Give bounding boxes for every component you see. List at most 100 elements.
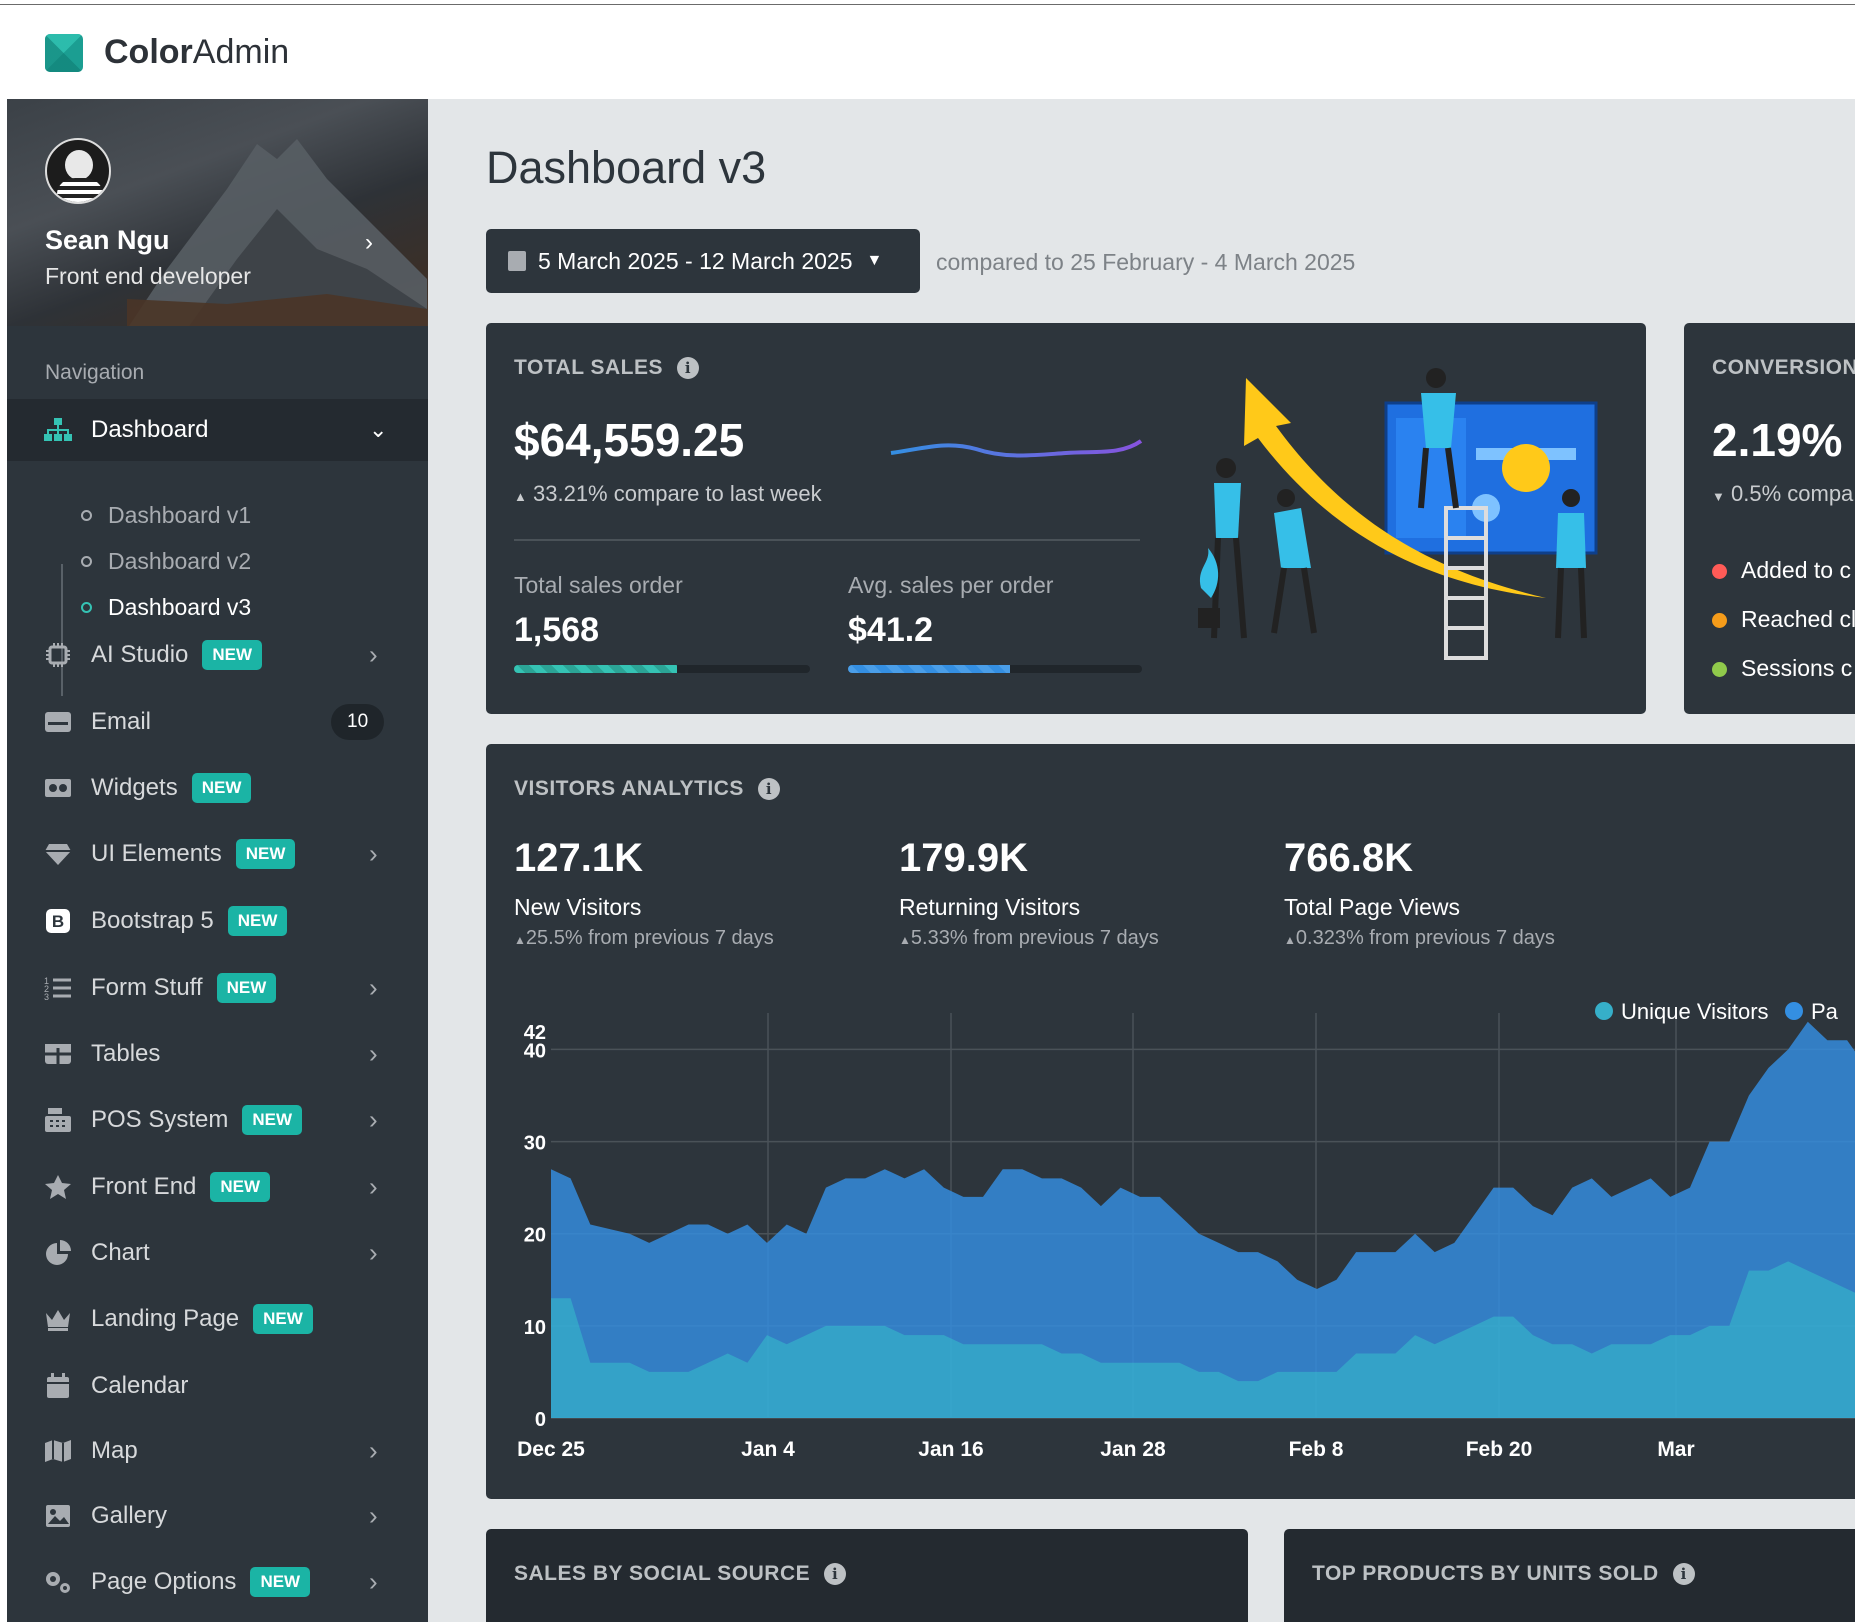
submenu-item-dashboard-v3[interactable]: Dashboard v3 <box>81 589 251 625</box>
sidebar-item-label: Widgets <box>91 774 178 801</box>
chevron-right-icon: › <box>369 838 378 869</box>
sidebar-item-map[interactable]: Map › <box>7 1420 428 1482</box>
sidebar-item-gallery[interactable]: Gallery › <box>7 1485 428 1547</box>
profile-name: Sean Ngu <box>45 225 170 255</box>
conversion-item: Reached cl <box>1712 606 1855 633</box>
sidebar-item-label: Gallery <box>91 1502 168 1529</box>
gem-icon <box>43 839 73 869</box>
sidebar-item-label: Email <box>91 708 152 735</box>
dot-icon <box>1712 564 1727 580</box>
avg-value: $41.2 <box>848 611 934 649</box>
window-top-border <box>0 0 1855 5</box>
legend-dot-icon <box>1595 1002 1613 1020</box>
new-badge: NEW <box>242 1105 303 1135</box>
new-badge: NEW <box>235 839 296 869</box>
info-icon[interactable]: i <box>824 1563 847 1586</box>
sidebar-item-front-end[interactable]: Front End NEW › <box>7 1156 428 1218</box>
info-icon[interactable]: i <box>1672 1563 1695 1586</box>
sidebar-item-landing-page[interactable]: Landing Page NEW <box>7 1288 428 1350</box>
y-tick-label: 0 <box>535 1409 546 1431</box>
submenu-item-dashboard-v2[interactable]: Dashboard v2 <box>81 543 251 579</box>
sidebar-item-ai-studio[interactable]: AI Studio NEW › <box>7 624 428 686</box>
count-badge: 10 <box>331 704 385 740</box>
conversion-value: 2.19% <box>1712 414 1843 466</box>
sidebar-item-widgets[interactable]: Widgets NEW <box>7 757 428 819</box>
sidebar-item-label: Page Options <box>91 1568 237 1595</box>
orders-progress <box>514 665 810 673</box>
sidebar-item-email[interactable]: Email 10 <box>7 691 428 753</box>
divider <box>514 539 1140 541</box>
card-title: TOTAL SALES i <box>514 356 700 380</box>
social-source-card: SALES BY SOCIAL SOURCE i <box>486 1529 1248 1622</box>
sidebar-item-bootstrap-5[interactable]: B Bootstrap 5 NEW <box>7 890 428 952</box>
chevron-right-icon: › <box>369 972 378 1003</box>
profile-panel[interactable]: Sean Ngu Front end developer › <box>7 99 428 326</box>
widgets-icon <box>43 773 73 803</box>
chevron-right-icon[interactable]: › <box>365 229 373 257</box>
x-tick-label: Feb 8 <box>1289 1438 1344 1461</box>
calendar-icon <box>43 1371 73 1401</box>
profile-role: Front end developer <box>45 263 251 289</box>
main-content: Dashboard v3 5 March 2025 - 12 March 202… <box>428 99 1855 1622</box>
card-title: SALES BY SOCIAL SOURCE i <box>514 1562 847 1586</box>
date-range-button[interactable]: 5 March 2025 - 12 March 2025 ▼ <box>486 229 920 293</box>
growth-illustration <box>1198 368 1598 660</box>
new-badge: NEW <box>210 1172 271 1202</box>
logo-icon[interactable] <box>45 33 83 72</box>
submenu-item-dashboard-v1[interactable]: Dashboard v1 <box>81 497 251 533</box>
chevron-right-icon: › <box>369 639 378 670</box>
chevron-right-icon: › <box>369 1237 378 1268</box>
sidebar-item-tables[interactable]: Tables › <box>7 1023 428 1085</box>
new-badge: NEW <box>191 773 252 803</box>
new-badge: NEW <box>227 906 288 936</box>
caret-down-icon: ▼ <box>1712 489 1725 504</box>
x-tick-label: Feb 20 <box>1466 1438 1533 1461</box>
sidebar-item-label: Dashboard <box>91 416 209 443</box>
chip-icon <box>43 640 73 670</box>
card-title: TOP PRODUCTS BY UNITS SOLD i <box>1312 1562 1695 1586</box>
cash-register-icon <box>43 1105 73 1135</box>
y-tick-label: 42 <box>524 1022 546 1044</box>
chevron-right-icon: › <box>369 1104 378 1135</box>
y-tick-label: 10 <box>524 1317 546 1339</box>
brand-name[interactable]: ColorAdmin <box>104 33 289 72</box>
sales-sparkline <box>890 439 1143 458</box>
total-sales-change: ▲ 33.21% compare to last week <box>514 481 822 506</box>
sidebar-item-label: POS System <box>91 1106 229 1133</box>
sidebar-item-dashboard[interactable]: Dashboard ⌄ <box>7 399 428 461</box>
avatar[interactable] <box>45 138 111 204</box>
sidebar-item-pos-system[interactable]: POS System NEW › <box>7 1089 428 1151</box>
image-icon <box>43 1501 73 1531</box>
gears-icon <box>43 1567 73 1597</box>
chevron-right-icon: › <box>369 1038 378 1069</box>
svg-text:3: 3 <box>44 992 49 1001</box>
legend-label: Pa <box>1811 999 1839 1024</box>
top-products-card: TOP PRODUCTS BY UNITS SOLD i <box>1284 1529 1855 1622</box>
dot-icon <box>1712 662 1727 678</box>
conversion-card: CONVERSION 2.19% ▼ 0.5% compa Added to c… <box>1684 323 1855 714</box>
y-tick-label: 30 <box>524 1133 546 1155</box>
circle-icon <box>81 509 92 521</box>
info-icon[interactable]: i <box>677 357 700 380</box>
orders-value: 1,568 <box>514 611 600 649</box>
caret-down-icon: ▼ <box>866 252 883 269</box>
chevron-right-icon: › <box>369 1566 378 1597</box>
sidebar-item-label: Bootstrap 5 <box>91 907 214 934</box>
y-tick-label: 20 <box>524 1225 546 1247</box>
crown-icon <box>43 1304 73 1334</box>
sidebar-item-ui-elements[interactable]: UI Elements NEW › <box>7 823 428 885</box>
table-icon <box>43 1039 73 1069</box>
sidebar-item-calendar[interactable]: Calendar <box>7 1355 428 1417</box>
chevron-right-icon: › <box>369 1171 378 1202</box>
sidebar-item-chart[interactable]: Chart › <box>7 1222 428 1284</box>
sidebar-item-label: Chart <box>91 1239 150 1266</box>
x-tick-label: Dec 25 <box>517 1438 585 1461</box>
sidebar-item-form-stuff[interactable]: 1 2 3 Form Stuff NEW › <box>7 957 428 1019</box>
sidebar-item-label: Map <box>91 1437 138 1464</box>
legend-dot-icon <box>1785 1002 1803 1020</box>
star-icon <box>43 1172 73 1202</box>
sidebar-item-page-options[interactable]: Page Options NEW › <box>7 1551 428 1613</box>
pie-chart-icon <box>43 1238 73 1268</box>
avg-progress <box>848 665 1142 673</box>
sidebar-item-label: UI Elements <box>91 840 222 867</box>
